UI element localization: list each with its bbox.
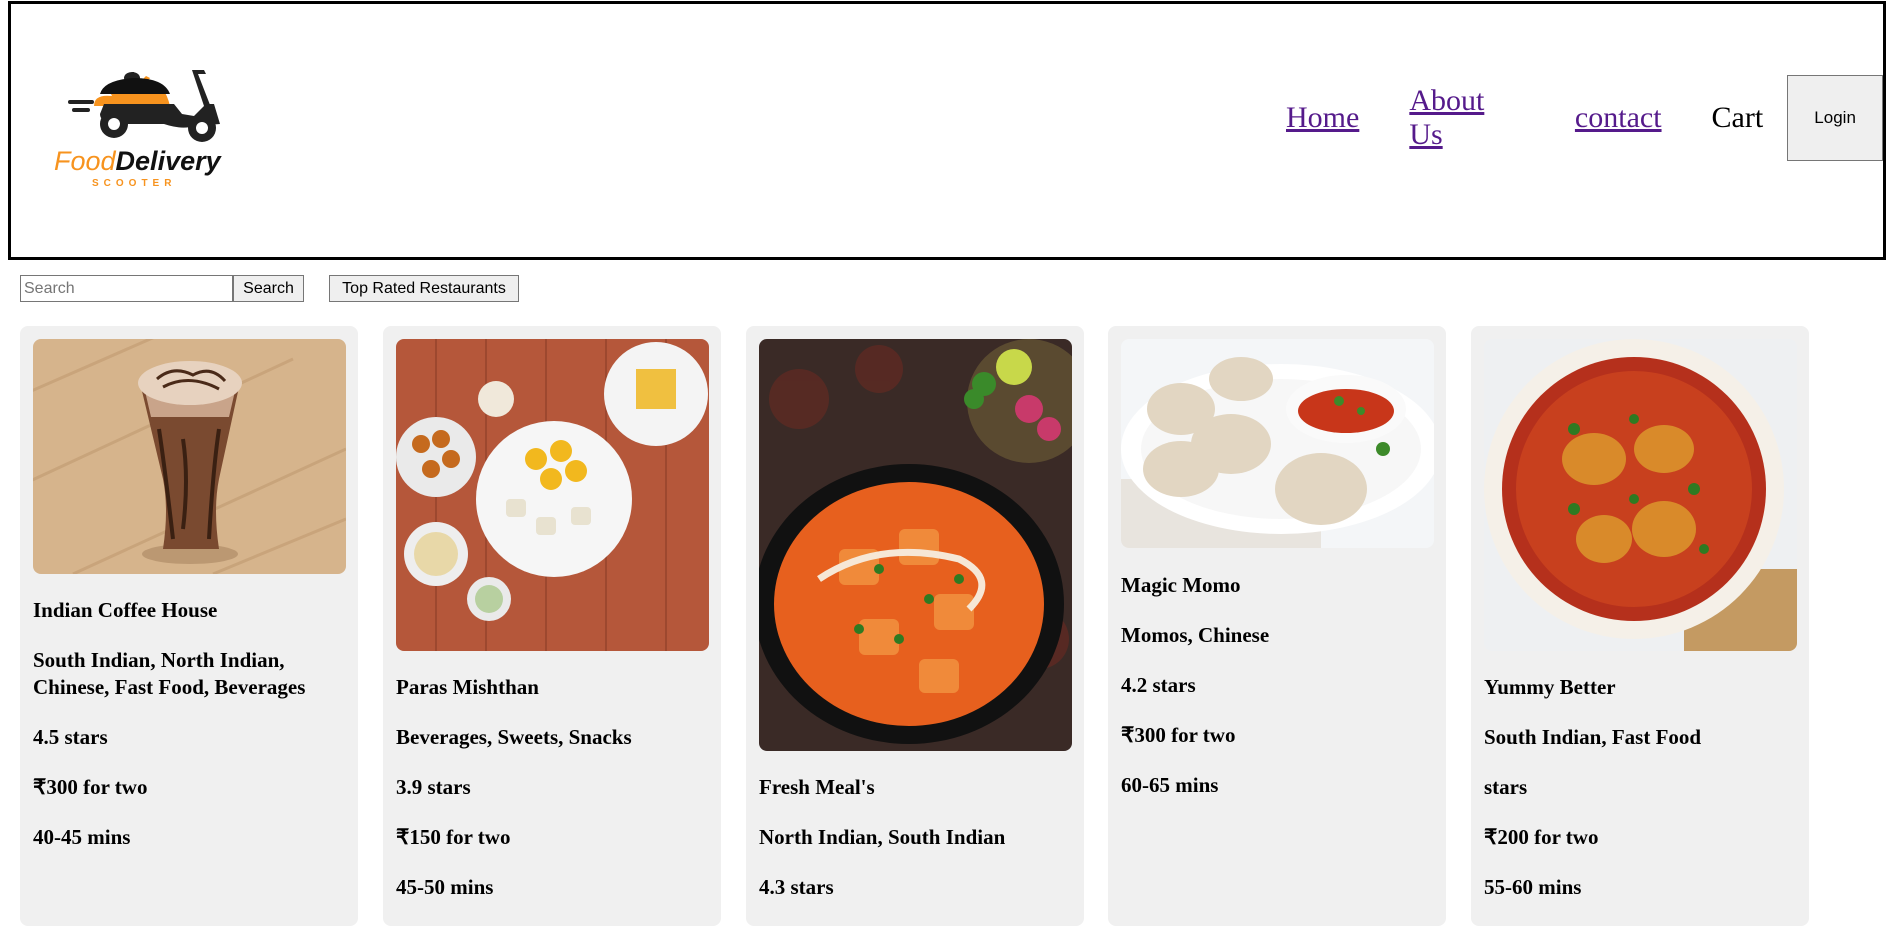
restaurant-card[interactable]: Yummy Better South Indian, Fast Food sta… bbox=[1471, 326, 1809, 926]
logo-text-delivery: Delivery bbox=[115, 146, 221, 176]
restaurant-info: Yummy Better South Indian, Fast Food sta… bbox=[1484, 674, 1799, 924]
restaurant-cuisines: South Indian, Fast Food bbox=[1484, 725, 1702, 749]
restaurant-delivery-time: 55-60 mins bbox=[1484, 875, 1582, 899]
restaurant-cost: ₹300 for two bbox=[1121, 723, 1236, 747]
restaurant-name: Magic Momo bbox=[1121, 573, 1241, 597]
restaurant-info: Indian Coffee House South Indian, North … bbox=[33, 597, 348, 874]
restaurant-cost: ₹150 for two bbox=[396, 825, 511, 849]
restaurant-delivery-time: 45-50 mins bbox=[396, 875, 494, 899]
restaurant-card[interactable]: Paras Mishthan Beverages, Sweets, Snacks… bbox=[383, 326, 721, 926]
restaurant-rating: 4.2 stars bbox=[1121, 673, 1196, 697]
restaurant-delivery-time: 60-65 mins bbox=[1121, 773, 1219, 797]
nav-home-link[interactable]: Home bbox=[1286, 101, 1359, 135]
restaurant-cuisines: North Indian, South Indian bbox=[759, 825, 1006, 849]
restaurant-info: Fresh Meal's North Indian, South Indian … bbox=[759, 774, 1074, 924]
login-button[interactable]: Login bbox=[1787, 75, 1883, 161]
top-rated-button[interactable]: Top Rated Restaurants bbox=[329, 275, 519, 302]
curry-bowl-image bbox=[1484, 339, 1797, 651]
restaurant-rating: stars bbox=[1484, 775, 1528, 799]
food-delivery-logo[interactable]: FoodDelivery SCOOTER bbox=[54, 66, 244, 206]
search-button[interactable]: Search bbox=[233, 275, 304, 302]
momos-image bbox=[1121, 339, 1434, 548]
restaurant-card[interactable]: Magic Momo Momos, Chinese 4.2 stars ₹300… bbox=[1108, 326, 1446, 926]
restaurant-rating: 3.9 stars bbox=[396, 775, 471, 799]
logo-subtext: SCOOTER bbox=[92, 178, 177, 189]
restaurant-cuisines: South Indian, North Indian, Chinese, Fas… bbox=[33, 648, 306, 699]
restaurant-name: Indian Coffee House bbox=[33, 598, 218, 622]
main-nav: Home About Us contact Cart Login bbox=[1286, 73, 1883, 163]
restaurant-name: Fresh Meal's bbox=[759, 775, 875, 799]
restaurant-info: Magic Momo Momos, Chinese 4.2 stars ₹300… bbox=[1121, 572, 1436, 822]
restaurant-card[interactable]: Fresh Meal's North Indian, South Indian … bbox=[746, 326, 1084, 926]
restaurant-name: Paras Mishthan bbox=[396, 675, 539, 699]
paneer-curry-image bbox=[759, 339, 1072, 751]
restaurant-cuisines: Beverages, Sweets, Snacks bbox=[396, 725, 632, 749]
restaurant-delivery-time: 40-45 mins bbox=[33, 825, 131, 849]
search-input[interactable] bbox=[20, 275, 233, 302]
sweets-platter-image bbox=[396, 339, 709, 651]
restaurant-info: Paras Mishthan Beverages, Sweets, Snacks… bbox=[396, 674, 711, 924]
nav-contact-link[interactable]: contact bbox=[1575, 101, 1662, 135]
cold-coffee-image bbox=[33, 339, 346, 574]
restaurant-card[interactable]: Indian Coffee House South Indian, North … bbox=[20, 326, 358, 926]
logo-text-food: Food bbox=[54, 146, 116, 176]
restaurant-rating: 4.3 stars bbox=[759, 875, 834, 899]
restaurant-name: Yummy Better bbox=[1484, 675, 1616, 699]
restaurant-cuisines: Momos, Chinese bbox=[1121, 623, 1270, 647]
restaurant-cost: ₹200 for two bbox=[1484, 825, 1599, 849]
nav-cart[interactable]: Cart bbox=[1712, 101, 1764, 135]
nav-about-link[interactable]: About Us bbox=[1409, 84, 1525, 152]
site-header: FoodDelivery SCOOTER Home About Us conta… bbox=[8, 1, 1886, 260]
restaurant-cost: ₹300 for two bbox=[33, 775, 148, 799]
restaurant-rating: 4.5 stars bbox=[33, 725, 108, 749]
